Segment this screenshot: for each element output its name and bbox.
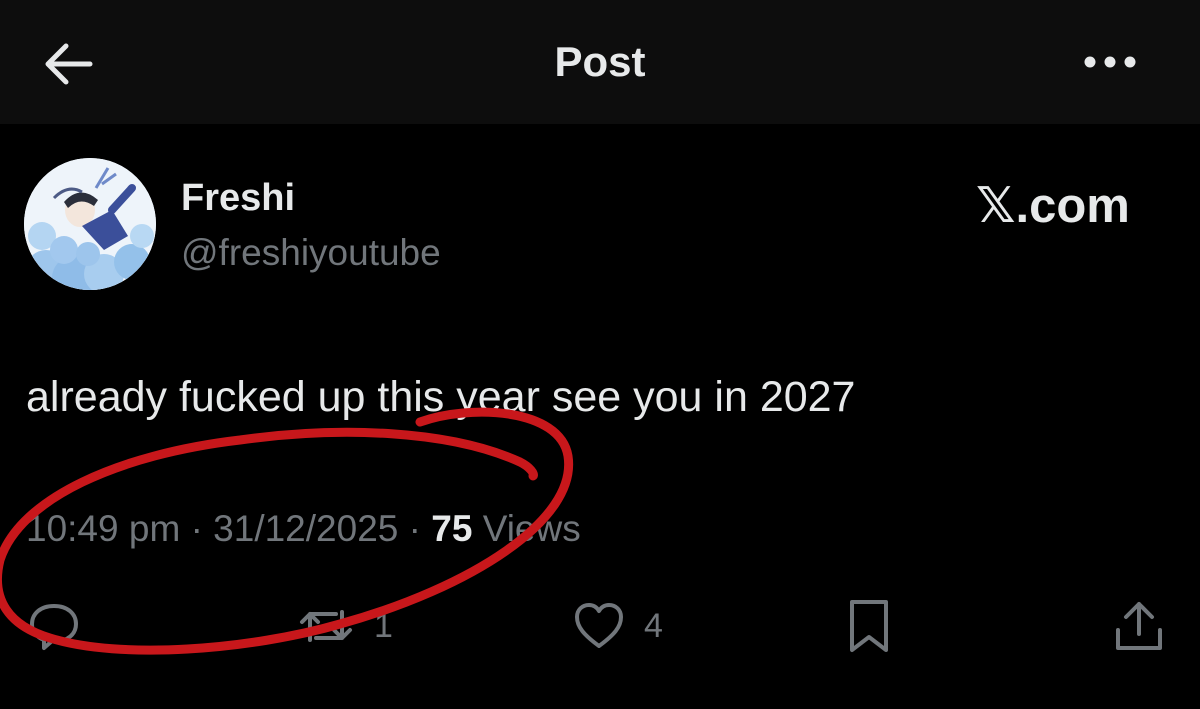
x-watermark: 𝕏.com	[976, 179, 1130, 233]
author-display-name[interactable]: Freshi	[181, 176, 295, 220]
reply-icon	[30, 604, 78, 650]
meta-separator: ·	[190, 508, 203, 549]
share-icon	[1116, 602, 1162, 650]
views-label[interactable]: Views	[483, 508, 581, 549]
share-button[interactable]	[1112, 598, 1166, 654]
bookmark-icon	[850, 600, 888, 652]
top-bar: Post	[0, 0, 1200, 124]
more-horizontal-icon	[1084, 56, 1136, 68]
bookmark-button[interactable]	[846, 598, 892, 654]
repost-button[interactable]: 1	[296, 598, 393, 654]
heart-icon	[575, 603, 623, 648]
repost-icon	[300, 610, 352, 642]
avatar-illustration	[24, 158, 156, 290]
post-date[interactable]: 31/12/2025	[213, 508, 398, 549]
author-handle[interactable]: @freshiyoutube	[181, 230, 441, 276]
post-text: already fucked up this year see you in 2…	[26, 373, 856, 421]
views-count[interactable]: 75	[431, 508, 472, 549]
page-title: Post	[554, 38, 646, 85]
more-options-button[interactable]	[1080, 44, 1140, 80]
like-count: 4	[644, 606, 663, 645]
avatar[interactable]	[24, 158, 156, 290]
reply-button[interactable]	[26, 598, 82, 654]
post-meta: 10:49 pm · 31/12/2025 · 75 Views	[26, 506, 581, 552]
repost-count: 1	[374, 606, 393, 645]
post-time[interactable]: 10:49 pm	[26, 508, 180, 549]
meta-separator: ·	[408, 508, 421, 549]
like-button[interactable]: 4	[572, 598, 663, 654]
